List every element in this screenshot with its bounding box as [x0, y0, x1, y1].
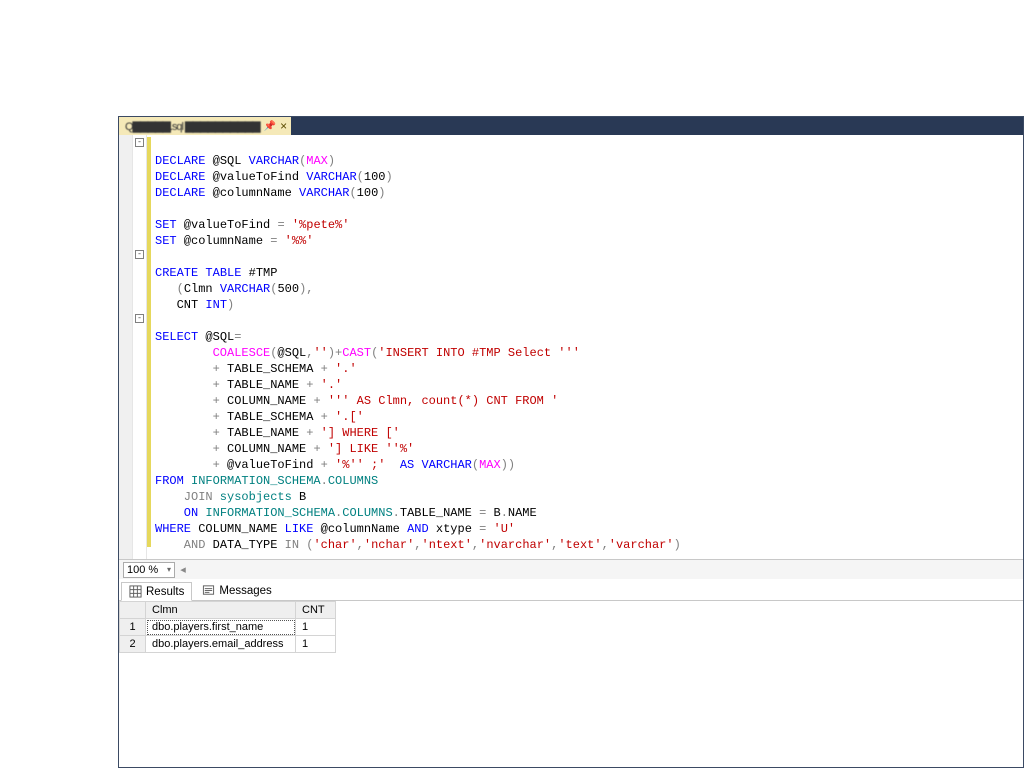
cell-clmn[interactable]: dbo.players.first_name [146, 619, 296, 636]
document-tab-bar: Q▇▇▇▇▇.sql ▇▇▇▇▇▇▇▇▇▇ 📌 × [119, 117, 1023, 135]
grid-icon [129, 585, 142, 598]
table-row[interactable]: 1 dbo.players.first_name 1 [120, 619, 336, 636]
code-text[interactable]: DECLARE @SQL VARCHAR(MAX) DECLARE @value… [151, 135, 681, 559]
row-number[interactable]: 1 [120, 619, 146, 636]
sql-editor[interactable]: - - - DECLARE @SQL VARCHAR(MAX) DECLARE … [119, 135, 1023, 559]
results-grid[interactable]: Clmn CNT 1 dbo.players.first_name 1 2 db… [119, 601, 336, 653]
fold-toggle-2[interactable]: - [135, 250, 144, 259]
col-header-cnt[interactable]: CNT [296, 602, 336, 619]
row-number[interactable]: 2 [120, 636, 146, 653]
tab-results-label: Results [146, 586, 184, 598]
table-row[interactable]: 2 dbo.players.email_address 1 [120, 636, 336, 653]
cell-cnt[interactable]: 1 [296, 636, 336, 653]
messages-icon [202, 584, 215, 597]
col-header-clmn[interactable]: Clmn [146, 602, 296, 619]
active-query-tab[interactable]: Q▇▇▇▇▇.sql ▇▇▇▇▇▇▇▇▇▇ 📌 × [119, 117, 291, 135]
fold-toggle-1[interactable]: - [135, 138, 144, 147]
zoom-dropdown[interactable]: 100 % ▾ [123, 562, 175, 578]
grid-corner[interactable] [120, 602, 146, 619]
fold-gutter: - - - [133, 135, 147, 559]
tab-messages[interactable]: Messages [194, 581, 279, 600]
change-indicator [147, 135, 151, 559]
close-tab-icon[interactable]: × [280, 120, 287, 132]
zoom-value: 100 % [127, 563, 158, 577]
chevron-down-icon: ▾ [167, 563, 171, 577]
outline-gutter [119, 135, 133, 559]
cell-clmn[interactable]: dbo.players.email_address [146, 636, 296, 653]
results-pane-tabs: Results Messages [119, 579, 1023, 601]
cell-cnt[interactable]: 1 [296, 619, 336, 636]
grid-header-row: Clmn CNT [120, 602, 336, 619]
pin-icon[interactable]: 📌 [264, 121, 276, 132]
fold-toggle-3[interactable]: - [135, 314, 144, 323]
tab-messages-label: Messages [219, 585, 271, 597]
tab-results[interactable]: Results [121, 582, 192, 601]
results-grid-container: Clmn CNT 1 dbo.players.first_name 1 2 db… [119, 601, 1023, 767]
editor-zoom-bar: 100 % ▾ ◂ [119, 559, 1023, 579]
ssms-window: Q▇▇▇▇▇.sql ▇▇▇▇▇▇▇▇▇▇ 📌 × - - - DECLARE … [118, 116, 1024, 768]
scroll-left-icon[interactable]: ◂ [177, 564, 189, 576]
tab-filename: Q▇▇▇▇▇.sql ▇▇▇▇▇▇▇▇▇▇ [125, 120, 260, 133]
